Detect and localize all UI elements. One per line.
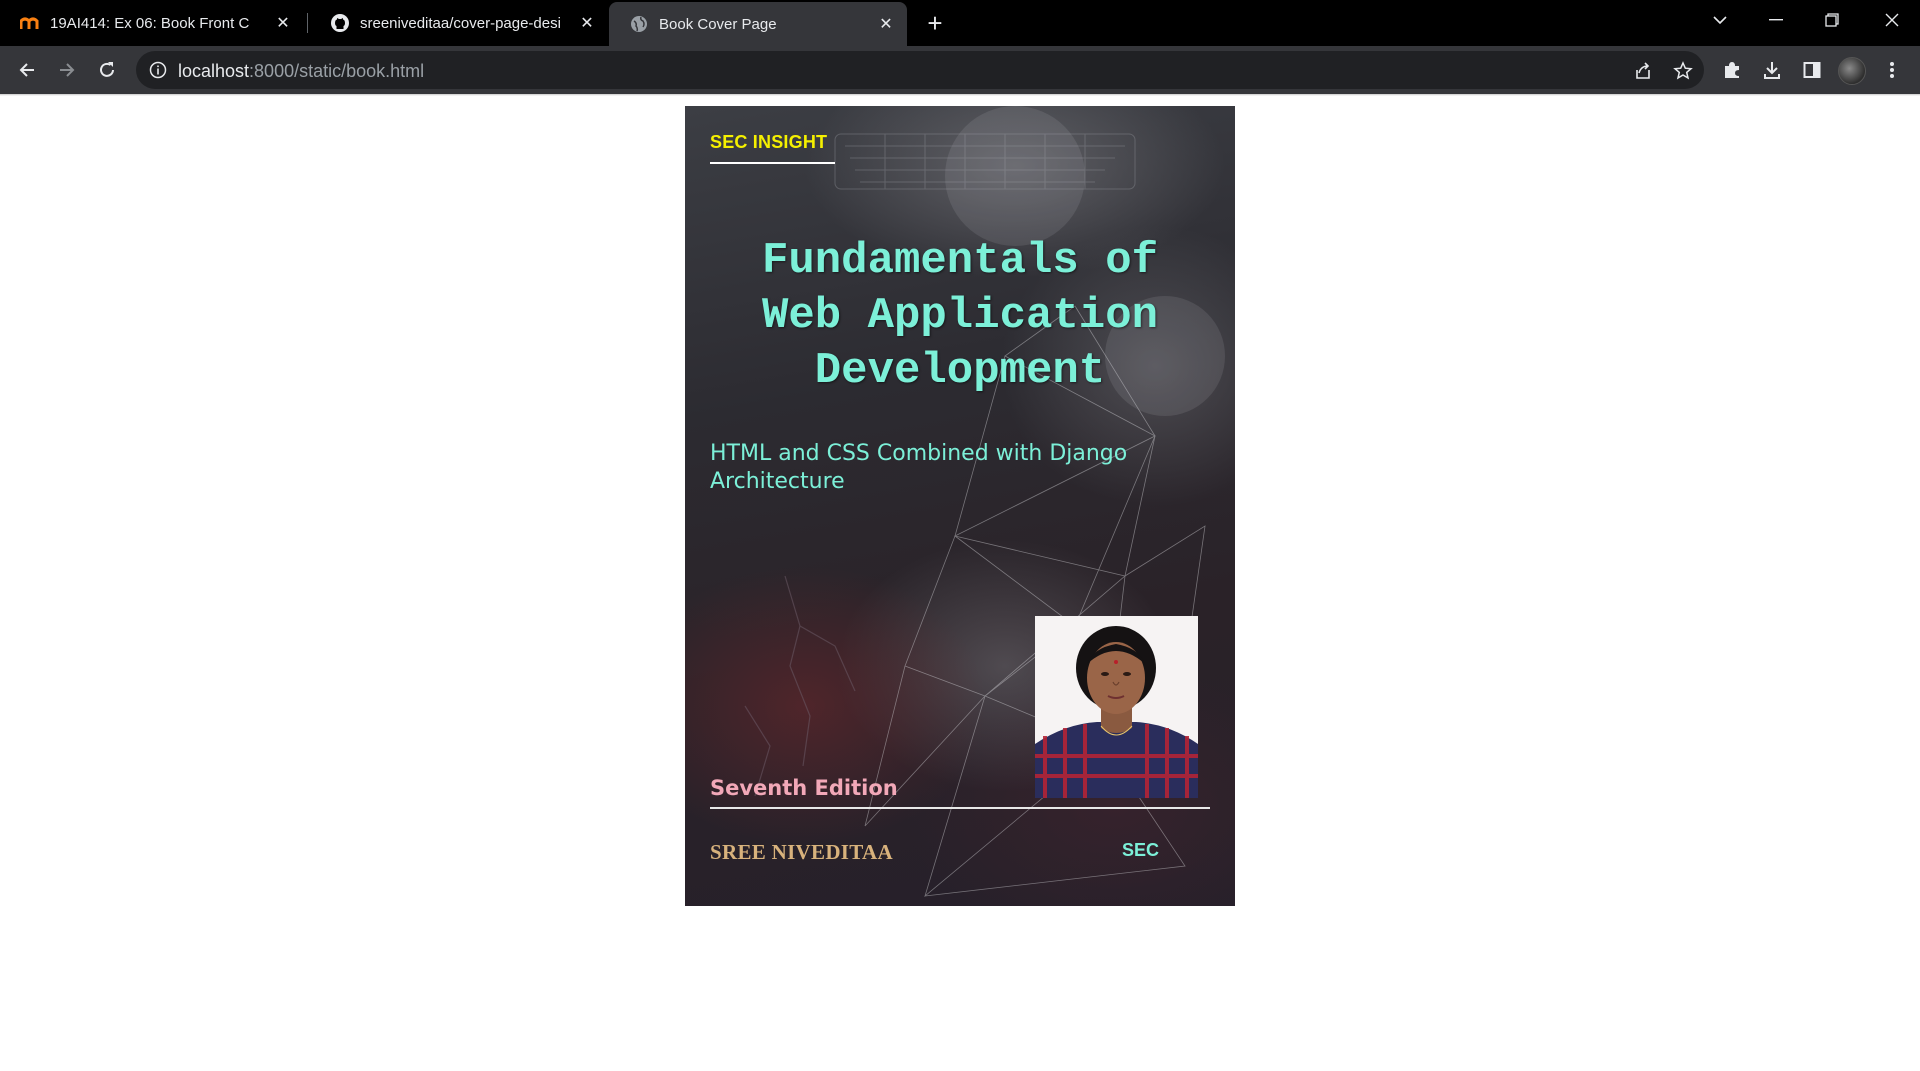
brand-label: SEC INSIGHT [710, 132, 828, 152]
menu-kebab-icon[interactable] [1878, 56, 1906, 84]
extensions-puzzle-icon[interactable] [1718, 56, 1746, 84]
tab-book-cover[interactable]: Book Cover Page ✕ [609, 2, 907, 46]
reload-icon[interactable] [91, 54, 123, 86]
footer-divider [710, 807, 1210, 809]
download-icon[interactable] [1758, 56, 1786, 84]
globe-icon [629, 14, 649, 34]
back-arrow-icon[interactable] [11, 54, 43, 86]
edition-label: Seventh Edition [710, 776, 898, 800]
book-subtitle: HTML and CSS Combined with Django Archit… [710, 441, 1128, 494]
book-cover: SEC INSIGHT Fundamentals of Web Applicat… [685, 106, 1235, 906]
forward-arrow-icon[interactable] [51, 54, 83, 86]
tab-search-icon[interactable] [1692, 0, 1748, 40]
bookmark-star-icon[interactable] [1670, 58, 1696, 84]
close-icon[interactable]: ✕ [875, 13, 897, 35]
github-icon [330, 13, 350, 33]
url-text[interactable]: localhost:8000/static/book.html [178, 61, 424, 82]
moodle-icon [20, 13, 40, 33]
book-title: Fundamentals of Web Application Developm… [761, 236, 1159, 396]
brand-underline [710, 162, 835, 164]
tab-github[interactable]: sreeniveditaa/cover-page-desig ✕ [310, 0, 608, 46]
minimize-icon[interactable] [1748, 0, 1804, 40]
browser-toolbar: localhost:8000/static/book.html [0, 46, 1920, 94]
tab-moodle[interactable]: 19AI414: Ex 06: Book Front Cove ✕ [0, 0, 304, 46]
close-icon[interactable]: ✕ [576, 12, 598, 34]
tab-title: sreeniveditaa/cover-page-desig [360, 14, 560, 32]
new-tab-button[interactable]: + [920, 8, 950, 38]
tab-title: 19AI414: Ex 06: Book Front Cove [50, 14, 250, 32]
restore-icon[interactable] [1804, 0, 1860, 40]
tab-separator [307, 13, 308, 33]
author-photo [1035, 616, 1198, 798]
tab-title: Book Cover Page [659, 15, 777, 33]
profile-avatar[interactable] [1838, 57, 1866, 85]
url-path: :8000/static/book.html [249, 61, 425, 81]
toolbar-shadow [0, 94, 1920, 96]
info-icon[interactable] [148, 60, 168, 80]
publisher-label: SEC [1122, 840, 1160, 860]
share-icon[interactable] [1630, 58, 1656, 84]
close-window-icon[interactable] [1864, 0, 1920, 40]
close-icon[interactable]: ✕ [272, 12, 294, 34]
url-host: localhost [178, 61, 250, 81]
author-name: SREE NIVEDITAA [710, 840, 893, 864]
tab-strip: 19AI414: Ex 06: Book Front Cove ✕ sreeni… [0, 0, 1920, 46]
side-panel-icon[interactable] [1798, 56, 1826, 84]
address-bar[interactable]: localhost:8000/static/book.html [136, 51, 1704, 89]
